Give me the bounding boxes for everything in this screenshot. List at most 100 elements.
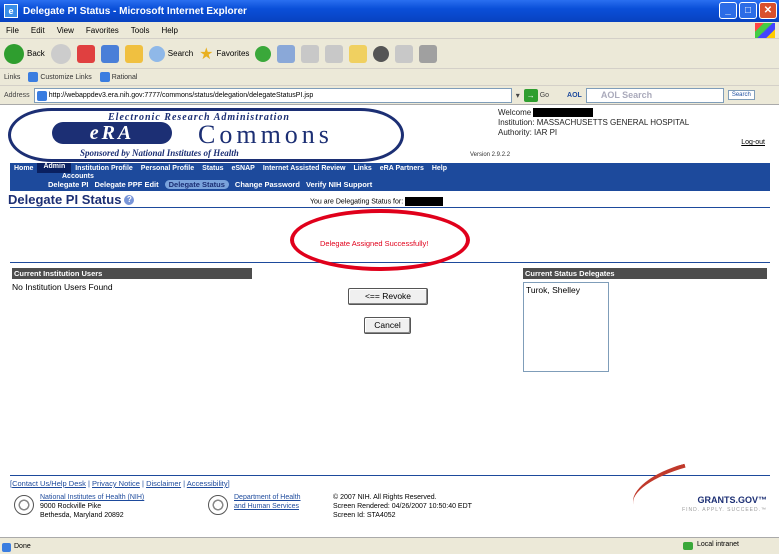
address-input[interactable]: http://webappdev3.era.nih.gov:7777/commo… <box>33 87 512 103</box>
nav-iar[interactable]: Internet Assisted Review <box>259 165 350 172</box>
aol-search-button[interactable]: Search <box>727 90 755 100</box>
edit-button[interactable] <box>325 44 344 63</box>
ie-icon: e <box>4 4 18 18</box>
go-arrow-icon: → <box>523 88 538 102</box>
ie-page-icon <box>99 72 110 82</box>
subnav-change-password[interactable]: Change Password <box>235 180 300 189</box>
subnav-delegate-status[interactable]: Delegate Status <box>164 180 229 189</box>
main-nav: Home Admin Institution Profile Personal … <box>10 162 770 176</box>
footer-link-contact[interactable]: Contact Us/Help Desk <box>12 479 86 488</box>
links-label: Links <box>4 73 21 81</box>
mail-button[interactable] <box>277 44 296 63</box>
institution-text: Institution: MASSACHUSETTS GENERAL HOSPI… <box>498 118 690 127</box>
redacted-pi-name <box>405 197 444 206</box>
menu-help[interactable]: Help <box>161 26 177 35</box>
current-users-header: Current Institution Users <box>12 268 252 279</box>
era-commons-header: Electronic Research Administration eRA C… <box>8 108 408 163</box>
history-button[interactable] <box>255 45 272 62</box>
footer-link-privacy[interactable]: Privacy Notice <box>92 479 140 488</box>
search-icon <box>148 45 165 62</box>
ie-page-icon <box>36 90 47 101</box>
star-icon: ★ <box>199 45 214 63</box>
favorites-button[interactable]: ★ Favorites <box>199 44 249 64</box>
sub-nav-bar: Accounts Delegate PI Delegate PPF Edit D… <box>10 173 770 191</box>
status-done: Done <box>0 542 31 552</box>
folder-button[interactable] <box>349 44 368 63</box>
nav-links[interactable]: Links <box>349 165 375 172</box>
welcome-label: Welcome <box>498 108 532 117</box>
nav-institution-profile[interactable]: Institution Profile <box>71 165 137 172</box>
delegates-listbox[interactable]: Turok, Shelley <box>523 282 609 372</box>
status-zone: Local intranet <box>682 541 739 550</box>
grants-swoosh-graphic <box>626 463 692 505</box>
copyright-block: © 2007 NIH. All Rights Reserved. Screen … <box>333 493 472 520</box>
subnav-delegate-pi[interactable]: Delegate PI <box>48 180 88 189</box>
nih-seal-icon <box>14 495 34 515</box>
refresh-button[interactable] <box>100 44 119 63</box>
era-logo: eRA <box>52 122 172 144</box>
nav-help[interactable]: Help <box>428 165 451 172</box>
address-label: Address <box>4 91 30 99</box>
menu-view[interactable]: View <box>57 26 74 35</box>
grants-tagline: FIND. APPLY. SUCCEED.™ <box>682 507 767 513</box>
hhs-seal-icon <box>208 495 228 515</box>
footer-links: [Contact Us/Help Desk | Privacy Notice |… <box>10 479 230 488</box>
messenger-button[interactable] <box>373 45 390 62</box>
menu-tools[interactable]: Tools <box>131 26 150 35</box>
footer-link-disclaimer[interactable]: Disclaimer <box>146 479 181 488</box>
menu-edit[interactable]: Edit <box>31 26 45 35</box>
link-rational[interactable]: Rational <box>99 72 137 82</box>
subnav-verify-nih-support[interactable]: Verify NIH Support <box>306 180 372 189</box>
aol-button[interactable]: AOL <box>567 92 582 99</box>
rendered-text: Screen Rendered: 04/26/2007 10:50:40 EDT <box>333 503 472 510</box>
nav-era-partners[interactable]: eRA Partners <box>376 165 428 172</box>
stop-button[interactable] <box>76 44 95 63</box>
back-button[interactable]: Back <box>4 43 45 64</box>
go-button[interactable]: → Go <box>523 88 549 102</box>
version-text: Version 2.9.2.2 <box>470 152 511 158</box>
address-bar: Address http://webappdev3.era.nih.gov:77… <box>0 86 779 105</box>
back-arrow-icon <box>4 43 24 64</box>
maximize-button[interactable]: □ <box>739 2 757 19</box>
redacted-name <box>533 108 594 118</box>
home-button[interactable] <box>124 44 143 63</box>
nih-address-1: 9000 Rockville Pike <box>40 503 102 510</box>
cancel-button[interactable]: Cancel <box>364 317 411 334</box>
minimize-button[interactable]: _ <box>719 2 737 19</box>
nav-personal-profile[interactable]: Personal Profile <box>137 165 198 172</box>
delegating-for-text: You are Delegating Status for: <box>310 197 444 206</box>
nav-status[interactable]: Status <box>198 165 227 172</box>
current-delegates-header: Current Status Delegates <box>523 268 767 279</box>
menu-bar: File Edit View Favorites Tools Help <box>0 22 779 39</box>
subnav-delegate-ppf-edit[interactable]: Delegate PPF Edit <box>94 180 158 189</box>
sub-nav: Delegate PI Delegate PPF Edit Delegate S… <box>48 180 372 189</box>
forward-button[interactable] <box>50 43 71 64</box>
hhs-link[interactable]: Department of Health <box>234 494 301 501</box>
menu-favorites[interactable]: Favorites <box>86 26 119 35</box>
aol-search-input[interactable]: AOL Search <box>585 87 724 103</box>
windows-logo-icon <box>755 23 775 38</box>
window-title-bar: e Delegate PI Status - Microsoft Interne… <box>0 0 779 22</box>
help-icon[interactable]: ? <box>124 194 135 205</box>
logout-link[interactable]: Log-out <box>741 139 765 146</box>
search-button[interactable]: Search <box>148 45 193 62</box>
menu-file[interactable]: File <box>6 26 19 35</box>
print-button[interactable] <box>301 44 320 63</box>
nav-home[interactable]: Home <box>10 165 37 172</box>
revoke-button[interactable]: <== Revoke <box>348 288 428 305</box>
links-bar: Links Customize Links Rational <box>0 69 779 86</box>
list-item[interactable]: Turok, Shelley <box>526 285 606 295</box>
media-button[interactable] <box>395 44 414 63</box>
close-button[interactable]: ✕ <box>759 2 777 19</box>
nav-accounts[interactable]: Accounts <box>62 173 94 180</box>
grants-gov-logo[interactable]: GRANTS.GOV™ FIND. APPLY. SUCCEED.™ <box>619 463 769 515</box>
nav-esnap[interactable]: eSNAP <box>228 165 259 172</box>
address-dropdown-icon[interactable]: ▾ <box>516 91 520 100</box>
no-users-text: No Institution Users Found <box>12 282 113 292</box>
authority-text: Authority: IAR PI <box>498 128 558 137</box>
research-button[interactable] <box>419 44 438 63</box>
nih-link[interactable]: National Institutes of Health (NIH) <box>40 494 144 501</box>
hhs-link-2[interactable]: and Human Services <box>234 503 299 510</box>
link-customize[interactable]: Customize Links <box>28 72 92 82</box>
footer-link-accessibility[interactable]: Accessibility <box>187 479 228 488</box>
